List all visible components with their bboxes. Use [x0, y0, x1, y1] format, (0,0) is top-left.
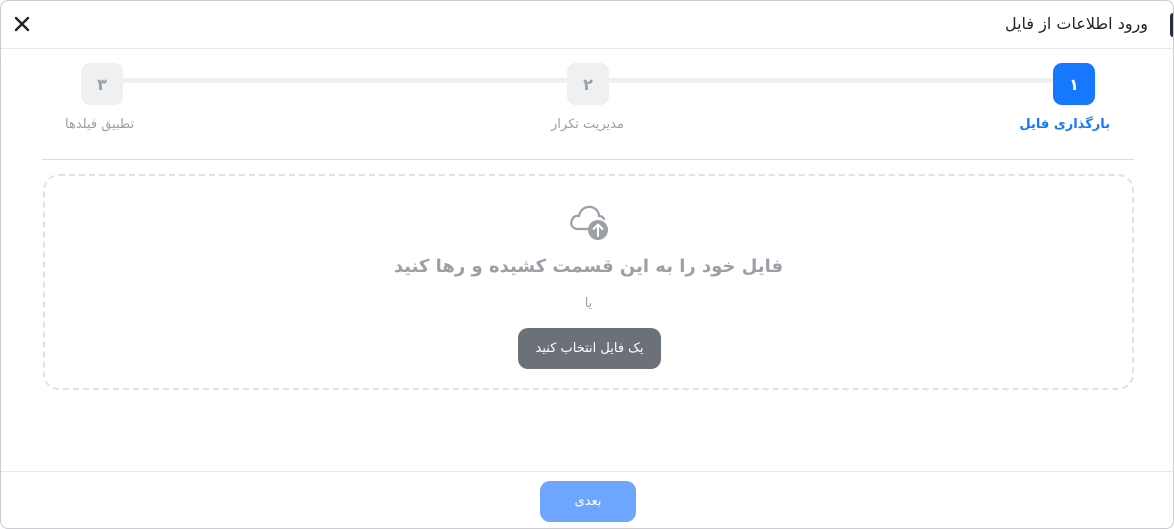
step-2-indicator[interactable]: ۲ — [567, 63, 609, 105]
dialog-header: ورود اطلاعات از فایل — [1, 1, 1173, 49]
choose-file-button[interactable]: یک فایل انتخاب کنید — [518, 328, 661, 369]
file-dropzone[interactable]: فایل خود را به این قسمت کشیده و رها کنید… — [43, 174, 1134, 390]
dropzone-or-text: یا — [584, 296, 593, 311]
stepper-divider — [42, 159, 1134, 160]
dialog-title: ورود اطلاعات از فایل — [1004, 14, 1148, 33]
step-1-indicator[interactable]: ۱ — [1053, 63, 1095, 105]
dialog-footer: بعدی — [1, 471, 1173, 528]
window-edge-handle — [1170, 13, 1173, 37]
step-3-indicator[interactable]: ۳ — [81, 63, 123, 105]
step-3-label: تطبیق فیلدها — [65, 117, 135, 132]
close-button[interactable] — [9, 11, 35, 37]
import-from-file-dialog: ورود اطلاعات از فایل ۱ بارگذاری فایل ۲ م… — [0, 0, 1174, 529]
import-stepper: ۱ بارگذاری فایل ۲ مدیریت تکرار ۳ تطبیق ف… — [1, 49, 1173, 159]
dropzone-title: فایل خود را به این قسمت کشیده و رها کنید — [393, 256, 784, 277]
cloud-upload-icon — [570, 205, 608, 240]
step-1-label: بارگذاری فایل — [1019, 117, 1110, 132]
next-button[interactable]: بعدی — [540, 481, 636, 522]
close-icon — [14, 16, 30, 32]
step-2-label: مدیریت تکرار — [551, 117, 624, 132]
